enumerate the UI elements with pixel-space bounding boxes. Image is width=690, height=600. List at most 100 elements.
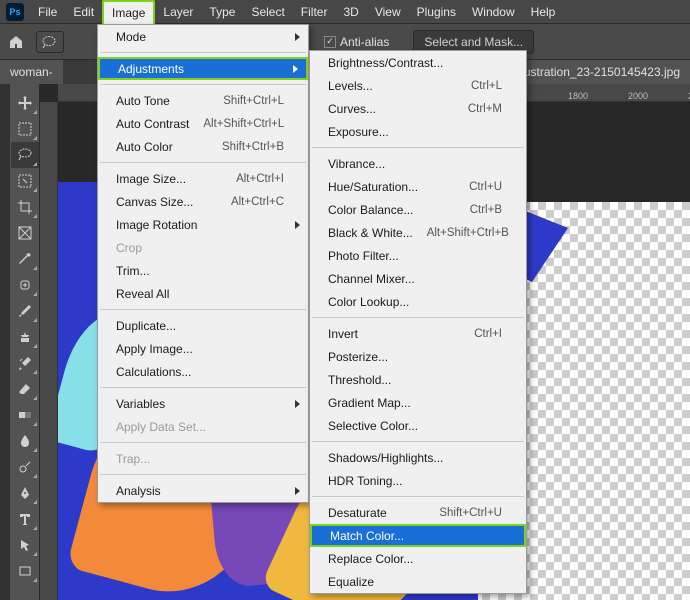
menu-item-shortcut: Alt+Ctrl+C xyxy=(217,196,284,208)
blur-tool[interactable] xyxy=(11,428,39,454)
menu-item-label: Brightness/Contrast... xyxy=(328,56,443,70)
adjustments-item[interactable]: Color Lookup... xyxy=(310,290,526,313)
menu-item-label: Adjustments xyxy=(118,62,184,76)
adjustments-item[interactable]: Gradient Map... xyxy=(310,391,526,414)
menu-3d[interactable]: 3D xyxy=(335,1,366,23)
image-menu-item[interactable]: Duplicate... xyxy=(98,314,308,337)
menu-item-label: HDR Toning... xyxy=(328,474,402,488)
lasso-tool[interactable] xyxy=(11,142,39,168)
image-menu-item[interactable]: Calculations... xyxy=(98,360,308,383)
adjustments-item[interactable]: Color Balance...Ctrl+B xyxy=(310,198,526,221)
menu-select[interactable]: Select xyxy=(243,1,292,23)
adjustments-item[interactable]: HDR Toning... xyxy=(310,469,526,492)
menu-item-label: Canvas Size... xyxy=(116,195,193,209)
adjustments-item[interactable]: Shadows/Highlights... xyxy=(310,446,526,469)
image-menu-item[interactable]: Adjustments xyxy=(98,57,308,80)
gradient-tool[interactable] xyxy=(11,402,39,428)
image-menu-item: Trap... xyxy=(98,447,308,470)
type-tool[interactable] xyxy=(11,506,39,532)
eyedropper-tool[interactable] xyxy=(11,246,39,272)
menu-image[interactable]: Image xyxy=(102,0,155,24)
object-selection-tool[interactable] xyxy=(11,168,39,194)
menu-item-shortcut: Alt+Ctrl+I xyxy=(222,173,284,185)
adjustments-item[interactable]: Channel Mixer... xyxy=(310,267,526,290)
image-menu-item[interactable]: Reveal All xyxy=(98,282,308,305)
adjustments-item[interactable]: Replace Color... xyxy=(310,547,526,570)
adjustments-item[interactable]: Hue/Saturation...Ctrl+U xyxy=(310,175,526,198)
image-menu-item[interactable]: Auto ContrastAlt+Shift+Ctrl+L xyxy=(98,112,308,135)
image-menu-item[interactable]: Image Size...Alt+Ctrl+I xyxy=(98,167,308,190)
menu-item-label: Auto Color xyxy=(116,140,173,154)
adjustments-item[interactable]: Posterize... xyxy=(310,345,526,368)
menu-item-label: Crop xyxy=(116,241,142,255)
adjustments-item[interactable]: Curves...Ctrl+M xyxy=(310,97,526,120)
image-menu-item[interactable]: Canvas Size... Alt+Ctrl+C xyxy=(98,190,308,213)
path-selection-tool[interactable] xyxy=(11,532,39,558)
menu-edit[interactable]: Edit xyxy=(65,1,102,23)
menu-item-shortcut: Alt+Shift+Ctrl+L xyxy=(189,118,284,130)
adjustments-item[interactable]: Brightness/Contrast... xyxy=(310,51,526,74)
menu-layer[interactable]: Layer xyxy=(155,1,201,23)
home-icon[interactable] xyxy=(6,32,26,52)
pen-tool[interactable] xyxy=(11,480,39,506)
image-menu-item[interactable]: Auto Color Shift+Ctrl+B xyxy=(98,135,308,158)
dodge-tool[interactable] xyxy=(11,454,39,480)
adjustments-item[interactable]: DesaturateShift+Ctrl+U xyxy=(310,501,526,524)
image-menu-item[interactable]: Analysis xyxy=(98,479,308,502)
image-menu: ModeAdjustmentsAuto ToneShift+Ctrl+LAuto… xyxy=(97,24,309,503)
adjustments-item[interactable]: Levels...Ctrl+L xyxy=(310,74,526,97)
clone-stamp-tool[interactable] xyxy=(11,324,39,350)
menu-item-label: Apply Image... xyxy=(116,342,193,356)
menu-item-label: Mode xyxy=(116,30,146,44)
menu-item-label: Channel Mixer... xyxy=(328,272,415,286)
menu-item-label: Match Color... xyxy=(330,529,404,543)
brush-tool[interactable] xyxy=(11,298,39,324)
menu-view[interactable]: View xyxy=(367,1,409,23)
menu-item-shortcut: Shift+Ctrl+B xyxy=(208,141,284,153)
document-tab[interactable]: woman- xyxy=(0,60,63,84)
menu-filter[interactable]: Filter xyxy=(293,1,336,23)
ruler-mark: 1800 xyxy=(568,91,588,101)
adjustments-item[interactable]: Threshold... xyxy=(310,368,526,391)
menu-item-label: Color Balance... xyxy=(328,203,413,217)
history-brush-tool[interactable] xyxy=(11,350,39,376)
adjustments-item[interactable]: Selective Color... xyxy=(310,414,526,437)
menu-type[interactable]: Type xyxy=(201,1,243,23)
menu-item-label: Posterize... xyxy=(328,350,388,364)
adjustments-item[interactable]: Photo Filter... xyxy=(310,244,526,267)
adjustments-item[interactable]: Exposure... xyxy=(310,120,526,143)
menu-window[interactable]: Window xyxy=(464,1,523,23)
image-menu-item[interactable]: Mode xyxy=(98,25,308,48)
image-menu-item: Crop xyxy=(98,236,308,259)
submenu-arrow-icon xyxy=(295,33,300,41)
move-tool[interactable] xyxy=(11,90,39,116)
menu-item-shortcut: Ctrl+I xyxy=(460,328,502,340)
adjustments-item[interactable]: Vibrance... xyxy=(310,152,526,175)
adjustments-item[interactable]: Equalize xyxy=(310,570,526,593)
image-menu-item[interactable]: Apply Image... xyxy=(98,337,308,360)
adjustments-item[interactable]: Black & White...Alt+Shift+Ctrl+B xyxy=(310,221,526,244)
eraser-tool[interactable] xyxy=(11,376,39,402)
crop-tool[interactable] xyxy=(11,194,39,220)
menu-file[interactable]: File xyxy=(30,1,65,23)
image-menu-item[interactable]: Variables xyxy=(98,392,308,415)
image-menu-item[interactable]: Trim... xyxy=(98,259,308,282)
rectangle-tool[interactable] xyxy=(11,558,39,584)
frame-tool[interactable] xyxy=(11,220,39,246)
document-tab[interactable]: llustration_23-2150145423.jpg xyxy=(509,60,690,84)
menu-item-label: Auto Tone xyxy=(116,94,170,108)
image-menu-item[interactable]: Image Rotation xyxy=(98,213,308,236)
anti-alias-option[interactable]: ✓ Anti-alias xyxy=(324,35,389,49)
submenu-arrow-icon xyxy=(295,221,300,229)
marquee-tool[interactable] xyxy=(11,116,39,142)
menu-plugins[interactable]: Plugins xyxy=(409,1,464,23)
menu-item-label: Replace Color... xyxy=(328,552,413,566)
adjustments-item[interactable]: Match Color... xyxy=(310,524,526,547)
healing-brush-tool[interactable] xyxy=(11,272,39,298)
adjustments-item[interactable]: InvertCtrl+I xyxy=(310,322,526,345)
menu-item-shortcut: Ctrl+M xyxy=(454,103,502,115)
image-menu-item[interactable]: Auto ToneShift+Ctrl+L xyxy=(98,89,308,112)
menu-help[interactable]: Help xyxy=(523,1,564,23)
submenu-arrow-icon xyxy=(295,487,300,495)
tool-preset-dropdown[interactable] xyxy=(36,31,64,53)
